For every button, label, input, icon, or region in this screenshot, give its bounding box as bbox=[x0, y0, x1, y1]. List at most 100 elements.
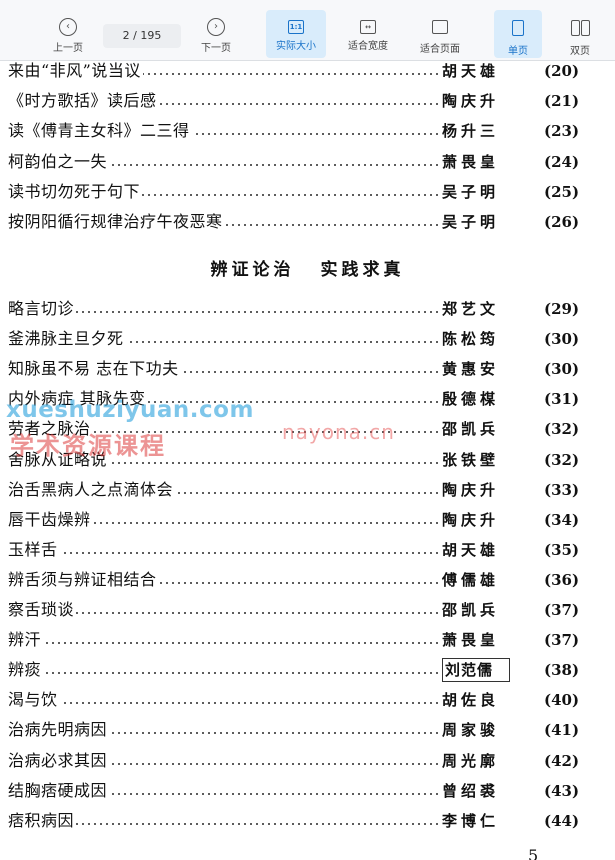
toc-entry-page: (40) bbox=[544, 691, 580, 710]
toc-entry-title: 读《傅青主女科》二三得 bbox=[8, 121, 192, 141]
toc-entry: 柯韵伯之一失 萧畏皇 (24) bbox=[8, 149, 608, 175]
toc-entry-title: 读书切勿死于句下 bbox=[8, 181, 143, 201]
toc-entry-title: 治病必求其因 bbox=[8, 750, 110, 770]
toc-entry-title-wrap: 渴与饮 bbox=[8, 687, 60, 713]
toc-entry-title-wrap: 读书切勿死于句下 bbox=[8, 179, 143, 205]
toc-entry-title-wrap: 痞积病因 bbox=[8, 808, 77, 834]
document-page: 来由“非风”说当议 胡天雄 (20) 《时方歌括》读后感 陶庆升 (21) 读《傅青主女科》… bbox=[0, 0, 615, 860]
fit-page-button[interactable]: 适合页面 bbox=[410, 10, 470, 58]
leader-dots bbox=[8, 642, 438, 645]
toc-entry: 来由“非风”说当议 胡天雄 (20) bbox=[8, 58, 608, 84]
toc-entry-author: 吴子明 bbox=[442, 182, 500, 201]
toc-entry-author: 胡天雄 bbox=[442, 540, 500, 559]
toc-entry: 读《傅青主女科》二三得 杨升三 (23) bbox=[8, 118, 608, 144]
toc-entry: 辨痰 刘范儒 (38) bbox=[8, 657, 608, 683]
pdf-toolbar: ‹ 上一页 2 / 195 › 下一页 1:1 实际大小 ↔ 适合宽度 适合页面… bbox=[0, 0, 615, 61]
section-heading-part2: 实践求真 bbox=[320, 260, 405, 280]
double-page-icon-left bbox=[570, 20, 580, 36]
toc-entry-title: 渴与饮 bbox=[8, 690, 60, 710]
toc-entry-page: (23) bbox=[544, 122, 580, 141]
toc-entry: 唇干齿燥辨 陶庆升 (34) bbox=[8, 507, 608, 533]
toc-entry: 结胸痞硬成因 曾绍裘 (43) bbox=[8, 778, 608, 804]
toc-entry-title-wrap: 柯韵伯之一失 bbox=[8, 149, 110, 175]
actual-size-icon: 1:1 bbox=[288, 20, 304, 34]
toc-entry-author: 傅儒雄 bbox=[442, 570, 500, 589]
toc-entry-author: 张铁壁 bbox=[442, 450, 500, 469]
section-heading: 辨证论治 实践求真 bbox=[0, 255, 615, 280]
toc-entry: 按阴阳循行规律治疗午夜恶寒 吴子明 (26) bbox=[8, 209, 608, 235]
toc-entry-title-wrap: 治病先明病因 bbox=[8, 717, 110, 743]
toc-entry-title-wrap: 《时方歌括》读后感 bbox=[8, 88, 159, 114]
toc-entry-author: 萧畏皇 bbox=[442, 152, 500, 171]
single-page-button[interactable]: 单页 bbox=[494, 10, 542, 58]
toc-entry-title-wrap: 辨汗 bbox=[8, 627, 44, 653]
toc-entry: 辨汗 萧畏皇 (37) bbox=[8, 627, 608, 653]
watermark-site: nayona.cn bbox=[282, 420, 395, 444]
toc-entry-title: 辨汗 bbox=[8, 630, 44, 650]
toc-entry-title-wrap: 治舌黑病人之点滴体会 bbox=[8, 477, 176, 503]
chevron-left-icon: ‹ bbox=[59, 18, 77, 36]
toc-entry-title: 知脉虽不易 志在下功夫 bbox=[8, 359, 181, 379]
toc-entry-page: (44) bbox=[544, 811, 580, 830]
toc-entry-page: (31) bbox=[544, 390, 580, 409]
toc-entry-page: (37) bbox=[544, 631, 580, 650]
toc-entry-author: 吴子明 bbox=[442, 213, 500, 231]
fit-page-icon bbox=[432, 20, 448, 34]
toc-entry-title: 釜沸脉主旦夕死 bbox=[8, 329, 126, 349]
page-number-field[interactable]: 2 / 195 bbox=[103, 24, 181, 48]
toc-entry-author: 郑艺文 bbox=[442, 300, 500, 318]
chevron-right-icon: › bbox=[207, 18, 225, 36]
toc-entry-page: (37) bbox=[544, 601, 580, 619]
toc-entry-page: (24) bbox=[544, 152, 580, 171]
toc-entry-author: 陶庆升 bbox=[442, 92, 500, 111]
toc-entry-title-wrap: 辨舌须与辨证相结合 bbox=[8, 567, 159, 593]
toc-entry: 渴与饮 胡佐良 (40) bbox=[8, 687, 608, 713]
toc-entry-title-wrap: 知脉虽不易 志在下功夫 bbox=[8, 356, 181, 382]
fit-page-label: 适合页面 bbox=[420, 44, 460, 55]
toc-entry-title-wrap: 玉样舌 bbox=[8, 537, 60, 563]
toc-entry-title: 来由“非风”说当议 bbox=[8, 61, 143, 80]
toc-entry-page: (25) bbox=[544, 182, 580, 201]
toc-entry-page: (32) bbox=[544, 420, 580, 439]
next-page-label: 下一页 bbox=[201, 43, 231, 54]
toc-entry-author: 李博仁 bbox=[442, 811, 500, 830]
toc-entry: 治病先明病因 周家骏 (41) bbox=[8, 717, 608, 743]
toc-entry-page: (35) bbox=[544, 540, 580, 559]
actual-size-button[interactable]: 1:1 实际大小 bbox=[266, 10, 326, 58]
single-page-icon bbox=[512, 20, 524, 36]
fit-width-button[interactable]: ↔ 适合宽度 bbox=[338, 10, 398, 58]
fit-width-label: 适合宽度 bbox=[348, 41, 388, 52]
toc-entry-title: 略言切诊 bbox=[8, 299, 77, 318]
toc-entry-author: 刘范儒 bbox=[442, 658, 510, 683]
toc-entry-author: 黄惠安 bbox=[442, 360, 500, 379]
toc-entry-page: (26) bbox=[544, 213, 580, 231]
toc-entry-title-wrap: 读《傅青主女科》二三得 bbox=[8, 118, 192, 144]
total-pages: / 195 bbox=[133, 29, 162, 42]
toc-entry-page: (32) bbox=[544, 450, 580, 469]
toc-entry-author: 曾绍裘 bbox=[442, 781, 500, 800]
toc-entry-title-wrap: 结胸痞硬成因 bbox=[8, 778, 110, 804]
toc-entry-page: (33) bbox=[544, 480, 580, 499]
toc-entry-author: 周光廓 bbox=[442, 751, 500, 770]
toc-entry: 玉样舌 胡天雄 (35) bbox=[8, 537, 608, 563]
toc-entry-title-wrap: 察舌琐谈 bbox=[8, 597, 77, 623]
toc-entry-title-wrap: 唇干齿燥辨 bbox=[8, 507, 93, 533]
page-footer-number: 5 bbox=[528, 846, 539, 860]
toc-entry-title: 治病先明病因 bbox=[8, 720, 110, 740]
toc-entry-page: (30) bbox=[544, 330, 580, 349]
toc-entry-title: 玉样舌 bbox=[8, 539, 60, 559]
toc-entry-author: 胡佐良 bbox=[442, 691, 500, 710]
double-page-button[interactable]: 双页 bbox=[556, 10, 604, 58]
prev-page-button[interactable]: ‹ 上一页 bbox=[40, 10, 96, 58]
toc-entry-title: 辨痰 bbox=[8, 660, 44, 680]
toc-entry-title: 按阴阳循行规律治疗午夜恶寒 bbox=[8, 212, 225, 231]
toc-entry-page: (38) bbox=[544, 661, 580, 680]
leader-dots bbox=[8, 551, 438, 554]
toc-entry-author: 周家骏 bbox=[442, 721, 500, 740]
toc-entry-title: 治舌黑病人之点滴体会 bbox=[8, 479, 176, 499]
toc-entry-page: (21) bbox=[544, 92, 580, 111]
toc-entry: 察舌琐谈 邵凯兵 (37) bbox=[8, 597, 608, 623]
next-page-button[interactable]: › 下一页 bbox=[188, 10, 244, 58]
toc-entry: 釜沸脉主旦夕死 陈松筠 (30) bbox=[8, 326, 608, 352]
leader-dots bbox=[8, 672, 438, 675]
